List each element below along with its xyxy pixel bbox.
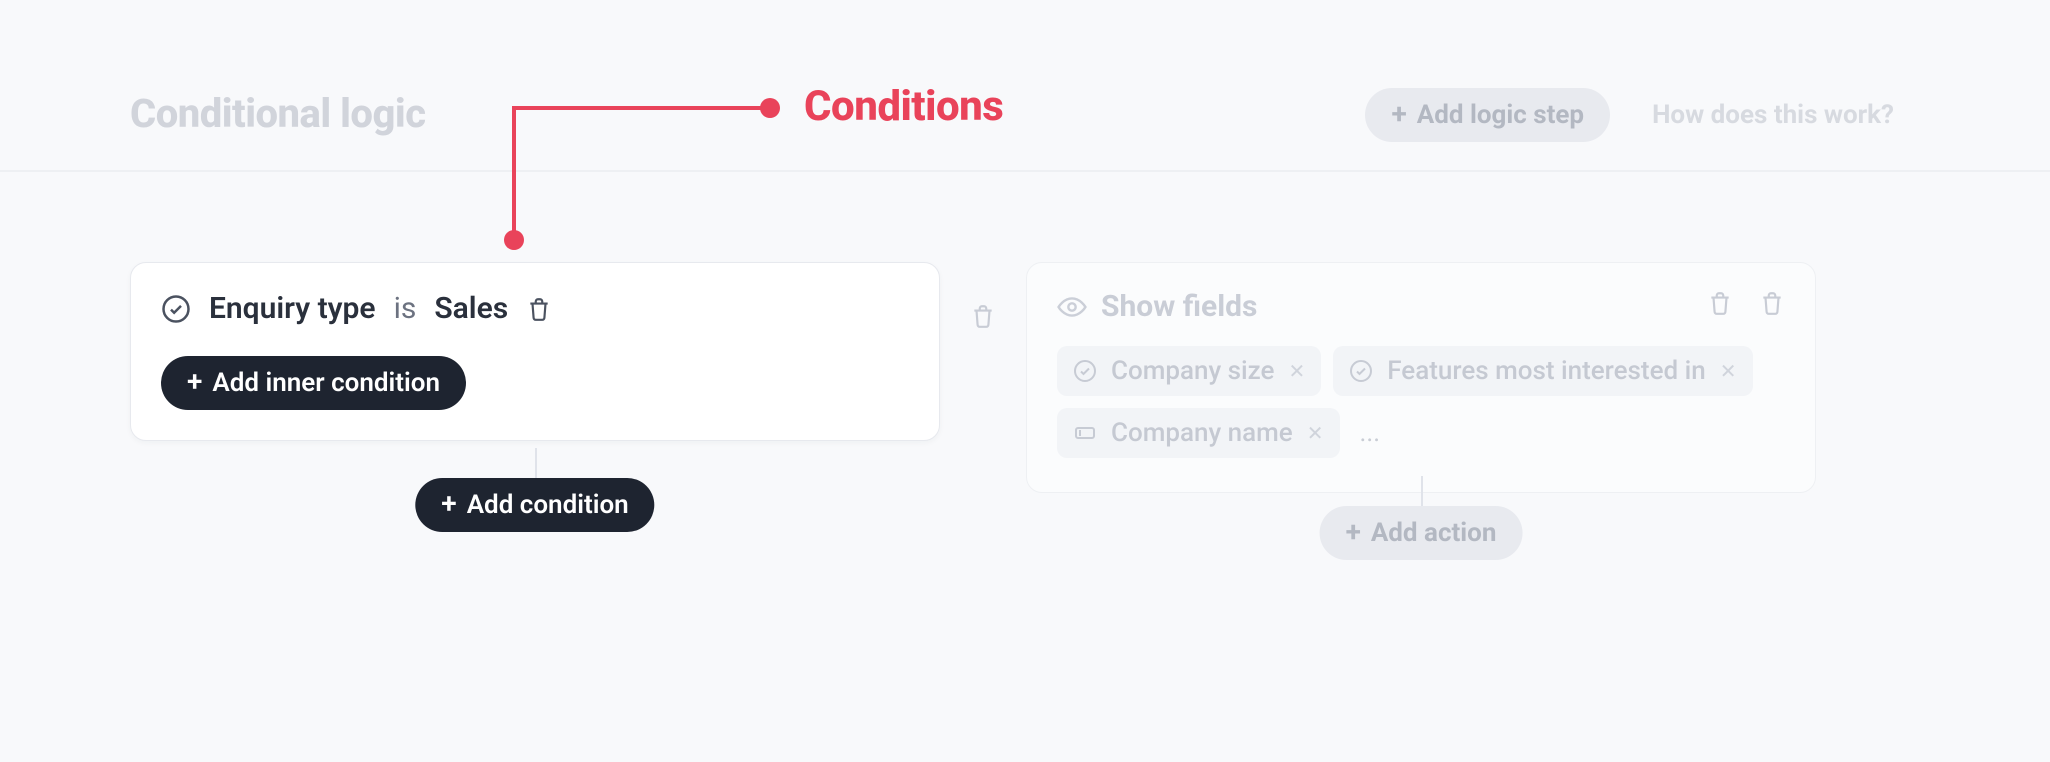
add-condition-label: Add condition bbox=[467, 492, 629, 518]
add-logic-step-button[interactable]: + Add logic step bbox=[1365, 88, 1610, 142]
annotation-connector bbox=[512, 108, 516, 236]
field-tag-label: Company name bbox=[1111, 418, 1293, 448]
field-tag[interactable]: Features most interested in ✕ bbox=[1333, 346, 1752, 396]
action-tags: Company size ✕ Features most interested … bbox=[1057, 346, 1785, 458]
add-logic-step-label: Add logic step bbox=[1417, 102, 1584, 128]
remove-tag-icon[interactable]: ✕ bbox=[1307, 421, 1324, 445]
check-circle-icon bbox=[1349, 359, 1373, 383]
annotation-connector bbox=[512, 106, 768, 110]
condition-op: is bbox=[394, 291, 417, 326]
header-buttons: + Add logic step How does this work? bbox=[1365, 88, 1920, 142]
remove-tag-icon[interactable]: ✕ bbox=[1288, 359, 1305, 383]
action-title: Show fields bbox=[1057, 289, 1785, 324]
field-tag[interactable]: Company name ✕ bbox=[1057, 408, 1340, 458]
action-title-text: Show fields bbox=[1101, 289, 1257, 324]
eye-icon bbox=[1057, 296, 1087, 318]
action-card: Show fields Company size ✕ Features most… bbox=[1026, 262, 1816, 493]
connector-line bbox=[535, 448, 537, 478]
condition-field: Enquiry type bbox=[209, 291, 376, 326]
annotation-dot bbox=[504, 230, 524, 250]
check-circle-icon bbox=[1073, 359, 1097, 383]
page-title: Conditional logic bbox=[130, 90, 426, 137]
condition-value: Sales bbox=[434, 291, 508, 326]
add-inner-condition-label: Add inner condition bbox=[212, 370, 440, 396]
conditions-column: Enquiry type is Sales + Add inner condit… bbox=[130, 262, 940, 441]
actions-column: Show fields Company size ✕ Features most… bbox=[1026, 262, 1816, 493]
add-action-button[interactable]: + Add action bbox=[1320, 506, 1523, 560]
field-tag-label: Features most interested in bbox=[1387, 356, 1705, 386]
action-card-icons bbox=[1707, 289, 1785, 317]
help-button[interactable]: How does this work? bbox=[1626, 88, 1920, 142]
help-label: How does this work? bbox=[1652, 102, 1894, 128]
add-inner-condition-button[interactable]: + Add inner condition bbox=[161, 356, 466, 410]
connector-line bbox=[1421, 476, 1423, 506]
trash-icon[interactable] bbox=[526, 295, 552, 323]
add-action-label: Add action bbox=[1371, 520, 1497, 546]
page-header: Conditional logic + Add logic step How d… bbox=[0, 0, 2050, 172]
trash-icon[interactable] bbox=[970, 302, 996, 330]
add-condition-button[interactable]: + Add condition bbox=[415, 478, 654, 532]
field-tag-label: Company size bbox=[1111, 356, 1274, 386]
annotation-label: Conditions bbox=[804, 82, 1003, 131]
condition-card: Enquiry type is Sales + Add inner condit… bbox=[130, 262, 940, 441]
trash-icon[interactable] bbox=[1707, 289, 1733, 317]
more-tags[interactable]: ... bbox=[1352, 408, 1389, 458]
trash-icon[interactable] bbox=[1759, 289, 1785, 317]
check-circle-icon bbox=[161, 294, 191, 324]
condition-row[interactable]: Enquiry type is Sales bbox=[161, 291, 909, 326]
text-field-icon bbox=[1073, 421, 1097, 445]
field-tag[interactable]: Company size ✕ bbox=[1057, 346, 1321, 396]
annotation-dot bbox=[760, 98, 780, 118]
remove-tag-icon[interactable]: ✕ bbox=[1720, 359, 1737, 383]
